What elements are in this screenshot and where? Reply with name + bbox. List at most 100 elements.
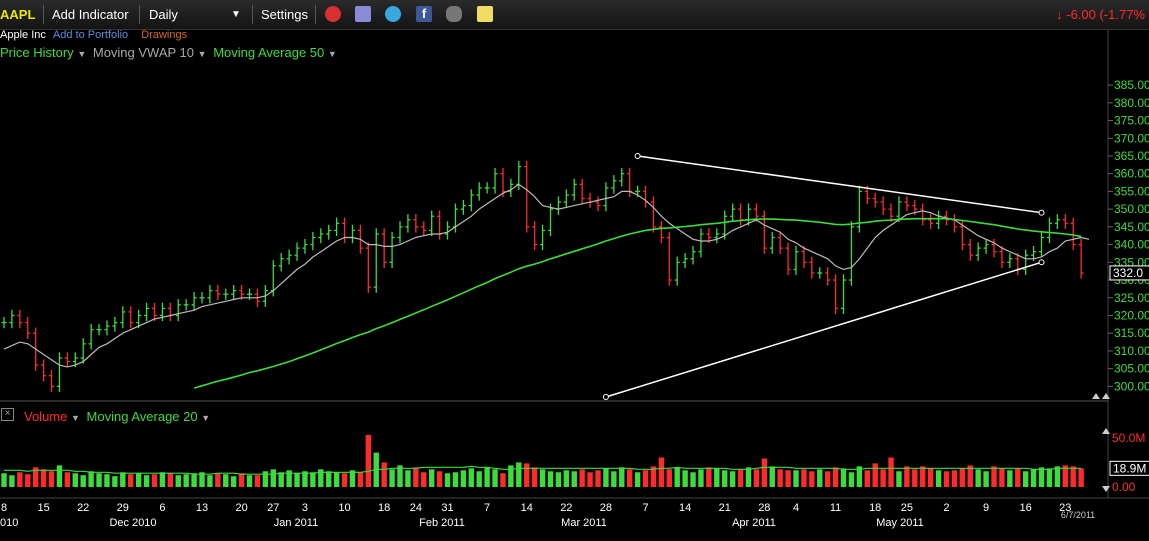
date-tick-label: 13 <box>196 502 208 514</box>
volume-bar <box>428 469 435 487</box>
volume-bar <box>524 463 530 487</box>
volume-bar <box>761 458 768 487</box>
date-tick-label: 28 <box>600 502 612 514</box>
month-label: 010 <box>0 517 18 529</box>
price-tick-label: 360.00 <box>1114 167 1149 181</box>
price-tick-label: 320.00 <box>1114 308 1149 322</box>
price-tick-label: 305.00 <box>1114 362 1149 376</box>
chevron-down-icon[interactable]: ▼ <box>201 413 210 423</box>
volume-bar <box>413 467 419 487</box>
volume-bar <box>595 470 601 487</box>
ma50-line <box>193 217 1082 389</box>
volume-bar <box>611 471 617 487</box>
volume-bar <box>571 471 577 487</box>
volume-bar <box>539 469 546 487</box>
price-tick-label: 310.00 <box>1114 344 1149 358</box>
volume-bar <box>975 469 981 487</box>
date-tick-label: 6 <box>159 502 165 514</box>
volume-bar <box>531 467 538 487</box>
volume-bar <box>872 463 878 487</box>
volume-bar <box>452 472 459 487</box>
volume-bar <box>112 476 118 487</box>
volume-bar <box>658 457 665 487</box>
trendline-handle <box>634 152 641 159</box>
price-tick-label: 365.00 <box>1114 149 1149 163</box>
volume-bar <box>191 473 197 487</box>
volume-bar <box>801 469 807 487</box>
date-tick-label: 2 <box>943 502 949 514</box>
volume-bar <box>1054 466 1061 487</box>
volume-bar <box>310 472 316 487</box>
volume-bar <box>706 467 712 487</box>
volume-bar <box>809 471 815 487</box>
volume-bar <box>999 468 1005 487</box>
date-tick-label: 9 <box>983 502 989 514</box>
date-tick-label: 18 <box>378 502 390 514</box>
volume-bar <box>920 466 926 487</box>
volume-bar <box>888 457 894 487</box>
volume-bar <box>927 468 934 487</box>
chevron-down-icon[interactable]: ▼ <box>71 413 80 423</box>
date-tick-label: 28 <box>758 502 770 514</box>
volume-bar <box>817 469 823 487</box>
volume-bar <box>484 467 490 487</box>
volume-bar <box>460 470 467 487</box>
price-tick-label: 325.00 <box>1114 291 1149 305</box>
volume-bar <box>983 471 989 487</box>
price-tick-label: 345.00 <box>1114 220 1149 234</box>
volume-bar <box>135 473 142 487</box>
month-label: May 2011 <box>876 517 924 529</box>
date-tick-label: 22 <box>560 502 572 514</box>
price-tick-label: 315.00 <box>1114 326 1149 340</box>
volume-bar <box>333 472 340 487</box>
volume-bar <box>935 470 942 487</box>
volume-bar <box>9 475 15 487</box>
price-volume-chart[interactable]: 385.00380.00375.00370.00365.00360.00355.… <box>0 0 1149 541</box>
date-tick-label: 14 <box>521 502 533 514</box>
date-tick-label: 29 <box>117 502 129 514</box>
volume-bar <box>128 474 134 487</box>
volume-bar <box>17 472 23 487</box>
date-tick-label: 14 <box>679 502 691 514</box>
price-tick-label: 375.00 <box>1114 114 1149 128</box>
legend-volume[interactable]: Volume <box>24 409 67 424</box>
price-tick-label: 370.00 <box>1114 131 1149 145</box>
volume-bar <box>824 471 831 487</box>
volume-bar <box>626 469 633 487</box>
volume-bar <box>642 470 649 487</box>
volume-bar <box>769 466 775 487</box>
volume-bar <box>468 468 474 487</box>
month-label: Jan 2011 <box>274 517 318 529</box>
volume-bar <box>674 467 680 487</box>
volume-bar <box>246 475 253 487</box>
volume-bar <box>991 466 997 487</box>
volume-bar <box>904 466 910 487</box>
volume-bar <box>563 470 570 487</box>
volume-bar <box>864 470 870 487</box>
end-date-label: 6/7/2011 <box>1061 510 1095 520</box>
volume-bar <box>1046 468 1053 487</box>
volume-bar <box>56 465 63 487</box>
legend-ma20[interactable]: Moving Average 20 <box>87 409 198 424</box>
date-tick-label: 25 <box>901 502 913 514</box>
volume-bar <box>603 468 609 487</box>
volume-bar <box>698 469 704 487</box>
month-label: Dec 2010 <box>109 517 156 529</box>
volume-bar <box>167 473 174 487</box>
month-label: Feb 2011 <box>419 517 465 529</box>
scroll-up-icon <box>1092 393 1100 399</box>
volume-bar <box>880 469 886 487</box>
volume-bar <box>40 469 47 487</box>
volume-bar <box>1030 469 1037 487</box>
volume-bar <box>619 467 625 487</box>
close-icon[interactable]: × <box>1 408 14 421</box>
price-tick-label: 355.00 <box>1114 184 1149 198</box>
volume-bar <box>722 470 728 487</box>
volume-bar <box>579 469 585 487</box>
volume-bar <box>151 474 158 487</box>
trendline-handle <box>602 394 609 400</box>
volume-bar <box>555 472 562 487</box>
volume-bar <box>753 469 760 487</box>
price-tick-label: 385.00 <box>1114 78 1149 92</box>
volume-bar <box>840 468 847 487</box>
